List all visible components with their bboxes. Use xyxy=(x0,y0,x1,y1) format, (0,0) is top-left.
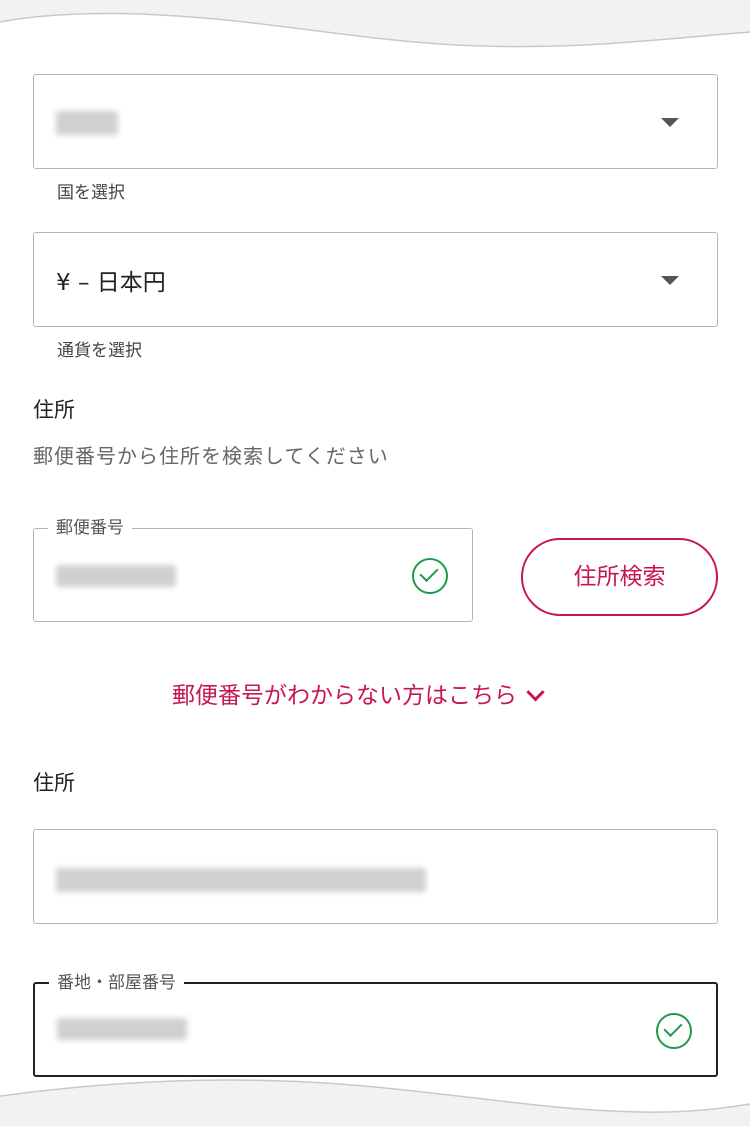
chevron-down-icon xyxy=(526,683,545,702)
chevron-down-icon xyxy=(661,117,679,127)
chevron-down-icon xyxy=(661,275,679,285)
unknown-postal-code-link-label: 郵便番号がわからない方はこちら xyxy=(172,683,517,709)
unknown-postal-code-link[interactable]: 郵便番号がわからない方はこちら xyxy=(172,676,545,710)
check-circle-icon xyxy=(412,558,448,594)
address-field[interactable]: ████████████████ xyxy=(33,829,718,924)
country-helper-text: 国を選択 xyxy=(57,183,125,203)
address-value: ████████████████ xyxy=(56,865,302,889)
country-value: ███ xyxy=(56,109,102,133)
currency-value: ¥ – 日本円 xyxy=(56,269,166,296)
street-room-label: 番地・部屋番号 xyxy=(49,971,184,995)
country-select[interactable]: ███ xyxy=(33,74,718,169)
address-search-button[interactable]: 住所検索 xyxy=(521,538,718,616)
top-torn-edge xyxy=(0,0,750,48)
currency-helper-text: 通貨を選択 xyxy=(57,341,142,361)
bottom-torn-edge xyxy=(0,1079,750,1126)
address-section-description: 郵便番号から住所を検索してください xyxy=(33,444,389,468)
postal-code-label: 郵便番号 xyxy=(48,516,132,540)
street-room-field[interactable]: 番地・部屋番号 █-█-███ ██ xyxy=(33,971,718,1077)
currency-select[interactable]: ¥ – 日本円 xyxy=(33,232,718,327)
postal-code-field[interactable]: 郵便番号 ███-████ xyxy=(33,516,473,622)
postal-code-value: ███-████ xyxy=(56,563,171,587)
address-section-title: 住所 xyxy=(33,398,75,422)
address-field-title: 住所 xyxy=(33,771,75,795)
street-value: █-█-███ ██ xyxy=(57,1016,185,1040)
check-circle-icon xyxy=(656,1012,692,1049)
